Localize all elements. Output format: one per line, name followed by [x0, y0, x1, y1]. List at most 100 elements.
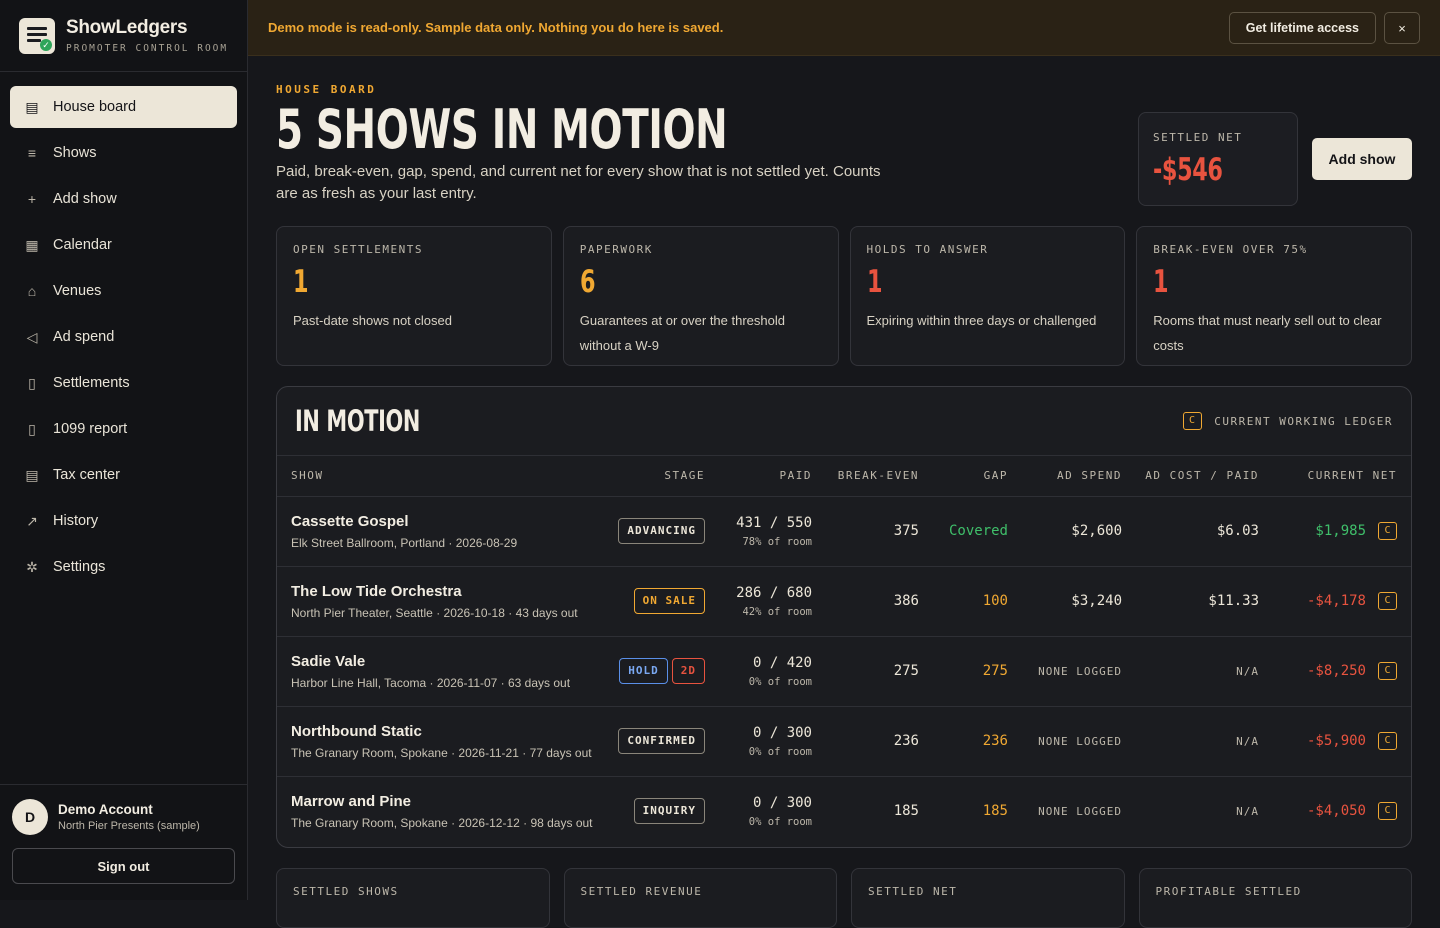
settled-net-card: SETTLED NET -$546	[1138, 112, 1298, 206]
ledger-badge[interactable]: C	[1378, 592, 1397, 610]
add-show-button[interactable]: Add show	[1312, 138, 1412, 180]
sidebar-item-settings[interactable]: ✲ Settings	[10, 546, 237, 588]
in-motion-table: SHOW STAGE PAID BREAK-EVEN GAP AD SPEND AD COS…	[277, 456, 1411, 846]
stat-value: 1	[293, 264, 309, 300]
ledger-badge[interactable]: C	[1378, 732, 1397, 750]
ad-cost-per-paid: N/A	[1236, 805, 1259, 819]
stat-value: 6	[579, 264, 596, 300]
sidebar-item-history[interactable]: ↗ History	[10, 500, 237, 542]
show-meta: The Granary Room, Spokane · 2026-12-12 ·…	[291, 815, 593, 830]
demo-banner-text: Demo mode is read-only. Sample data only…	[268, 20, 724, 35]
break-even: 236	[893, 733, 919, 749]
show-name[interactable]: Sadie Vale	[291, 653, 603, 670]
stat-description: Rooms that must nearly sell out to clear…	[1153, 313, 1382, 353]
table-row[interactable]: Northbound Static The Granary Room, Spoka…	[277, 706, 1411, 776]
break-even: 275	[893, 663, 919, 679]
sidebar-item-ad-spend[interactable]: ◁ Ad spend	[10, 316, 237, 358]
ledger-badge[interactable]: C	[1378, 802, 1397, 821]
summary-label: SETTLED SHOWS	[293, 885, 399, 898]
summary-label: PROFITABLE SETTLED	[1155, 885, 1302, 898]
get-lifetime-access-button[interactable]: Get lifetime access	[1228, 12, 1376, 44]
board-icon: ▤	[25, 99, 39, 115]
sidebar-item-venues[interactable]: ⌂ Venues	[10, 270, 237, 312]
sidebar-nav: ▤ House board ≡ Shows + Add show ▦ Calendar ⌂ Ven…	[0, 72, 247, 588]
ad-cost-per-paid: N/A	[1236, 665, 1259, 678]
sidebar-item-1099-report[interactable]: ▯ 1099 report	[10, 408, 237, 450]
column-header[interactable]: AD SPEND	[1022, 456, 1136, 497]
gear-icon: ✲	[26, 559, 38, 575]
show-name[interactable]: Northbound Static	[291, 723, 603, 740]
sidebar-item-tax-center[interactable]: ▤ Tax center	[10, 454, 237, 496]
ledger-icon: ▤	[25, 467, 39, 483]
show-meta: Harbor Line Hall, Tacoma · 2026-11-07 · …	[291, 675, 571, 690]
column-header[interactable]: STAGE	[617, 456, 719, 497]
summary-label: SETTLED NET	[868, 885, 958, 898]
stat-card[interactable]: OPEN SETTLEMENTS 1 Past-date shows not clo…	[276, 226, 552, 366]
sidebar-item-label: 1099 report	[53, 421, 128, 437]
gap: 275	[982, 663, 1008, 679]
settled-summary-card[interactable]: SETTLED NET	[851, 868, 1125, 928]
receipt-icon: ▯	[28, 375, 36, 391]
current-net: -$4,178	[1306, 593, 1366, 609]
stat-card[interactable]: PAPERWORK 6 Guarantees at or over the thre…	[562, 226, 839, 366]
paid-count: 286 / 680	[736, 584, 812, 601]
account-name: Demo Account	[58, 802, 153, 817]
column-header[interactable]: SHOW	[277, 456, 617, 497]
column-header[interactable]: CURRENT NET	[1273, 456, 1411, 497]
break-even: 185	[893, 803, 919, 820]
paid-count: 0 / 420	[752, 654, 812, 671]
break-even: 386	[893, 593, 919, 609]
column-header[interactable]: BREAK-EVEN	[826, 456, 933, 497]
table-row[interactable]: The Low Tide Orchestra North Pier Theater…	[277, 566, 1411, 636]
current-net: -$8,250	[1306, 663, 1366, 679]
table-row[interactable]: Sadie Vale Harbor Line Hall, Tacoma · 202…	[277, 636, 1411, 706]
close-banner-button[interactable]: ×	[1384, 12, 1420, 44]
summary-label: SETTLED REVENUE	[580, 885, 703, 898]
account-panel: D Demo Account North Pier Presents (samp…	[0, 784, 247, 900]
column-header[interactable]: PAID	[719, 456, 826, 497]
column-header[interactable]: AD COST / PAID	[1136, 456, 1273, 497]
brand[interactable]: ✓ ShowLedgers PROMOTER CONTROL ROOM	[0, 0, 247, 72]
paid-count: 0 / 300	[752, 794, 812, 811]
show-name[interactable]: Marrow and Pine	[291, 793, 603, 810]
stat-description: Expiring within three days or challenged	[866, 313, 1097, 328]
ad-spend: NONE LOGGED	[1038, 805, 1122, 819]
megaphone-icon: ◁	[26, 329, 38, 345]
settled-summary-card[interactable]: SETTLED REVENUE	[563, 868, 837, 928]
table-row[interactable]: Marrow and Pine The Granary Room, Spokane…	[277, 776, 1411, 846]
stage-badge: ON SALE	[633, 588, 705, 614]
sidebar-item-house-board[interactable]: ▤ House board	[10, 86, 237, 128]
sign-out-button[interactable]: Sign out	[12, 848, 235, 884]
ad-spend: NONE LOGGED	[1038, 665, 1122, 678]
ledger-badge[interactable]: C	[1378, 522, 1397, 540]
column-header[interactable]: GAP	[933, 456, 1022, 497]
show-name[interactable]: The Low Tide Orchestra	[291, 583, 603, 600]
document-icon: ▯	[28, 421, 36, 437]
demo-banner: Demo mode is read-only. Sample data only…	[248, 0, 1440, 56]
stat-label: OPEN SETTLEMENTS	[293, 243, 423, 256]
stat-card[interactable]: BREAK-EVEN OVER 75% 1 Rooms that must near…	[1136, 226, 1412, 366]
paid-count: 431 / 550	[736, 514, 812, 531]
chart-icon: ↗	[26, 513, 38, 529]
hold-days-badge: 2D	[671, 658, 705, 684]
stat-label: HOLDS TO ANSWER	[866, 243, 989, 256]
avatar[interactable]: D	[12, 799, 48, 835]
sidebar-item-shows[interactable]: ≡ Shows	[10, 132, 237, 174]
sidebar-item-calendar[interactable]: ▦ Calendar	[10, 224, 237, 266]
ledger-logo-icon: ✓	[19, 17, 55, 54]
sidebar-item-settlements[interactable]: ▯ Settlements	[10, 362, 237, 404]
page-eyebrow: HOUSE BOARD	[276, 83, 377, 96]
settled-summary-card[interactable]: PROFITABLE SETTLED	[1138, 868, 1412, 928]
stat-card[interactable]: HOLDS TO ANSWER 1 Expiring within three da…	[849, 226, 1126, 366]
sidebar-item-label: Shows	[53, 145, 97, 161]
sidebar-item-add-show[interactable]: + Add show	[10, 178, 237, 220]
settled-summary-card[interactable]: SETTLED SHOWS	[276, 868, 550, 928]
stat-value: 1	[1153, 264, 1169, 300]
ledger-badge[interactable]: C	[1378, 662, 1397, 680]
page-description: Paid, break-even, gap, spend, and curren…	[276, 163, 881, 202]
table-row[interactable]: Cassette Gospel Elk Street Ballroom, Port…	[277, 496, 1411, 566]
ad-cost-per-paid: N/A	[1236, 735, 1259, 748]
settled-summary-cards: SETTLED SHOWS SETTLED REVENUE SETTLED NET P…	[276, 868, 1412, 928]
paid-count: 0 / 300	[752, 724, 812, 741]
show-name[interactable]: Cassette Gospel	[291, 513, 603, 530]
